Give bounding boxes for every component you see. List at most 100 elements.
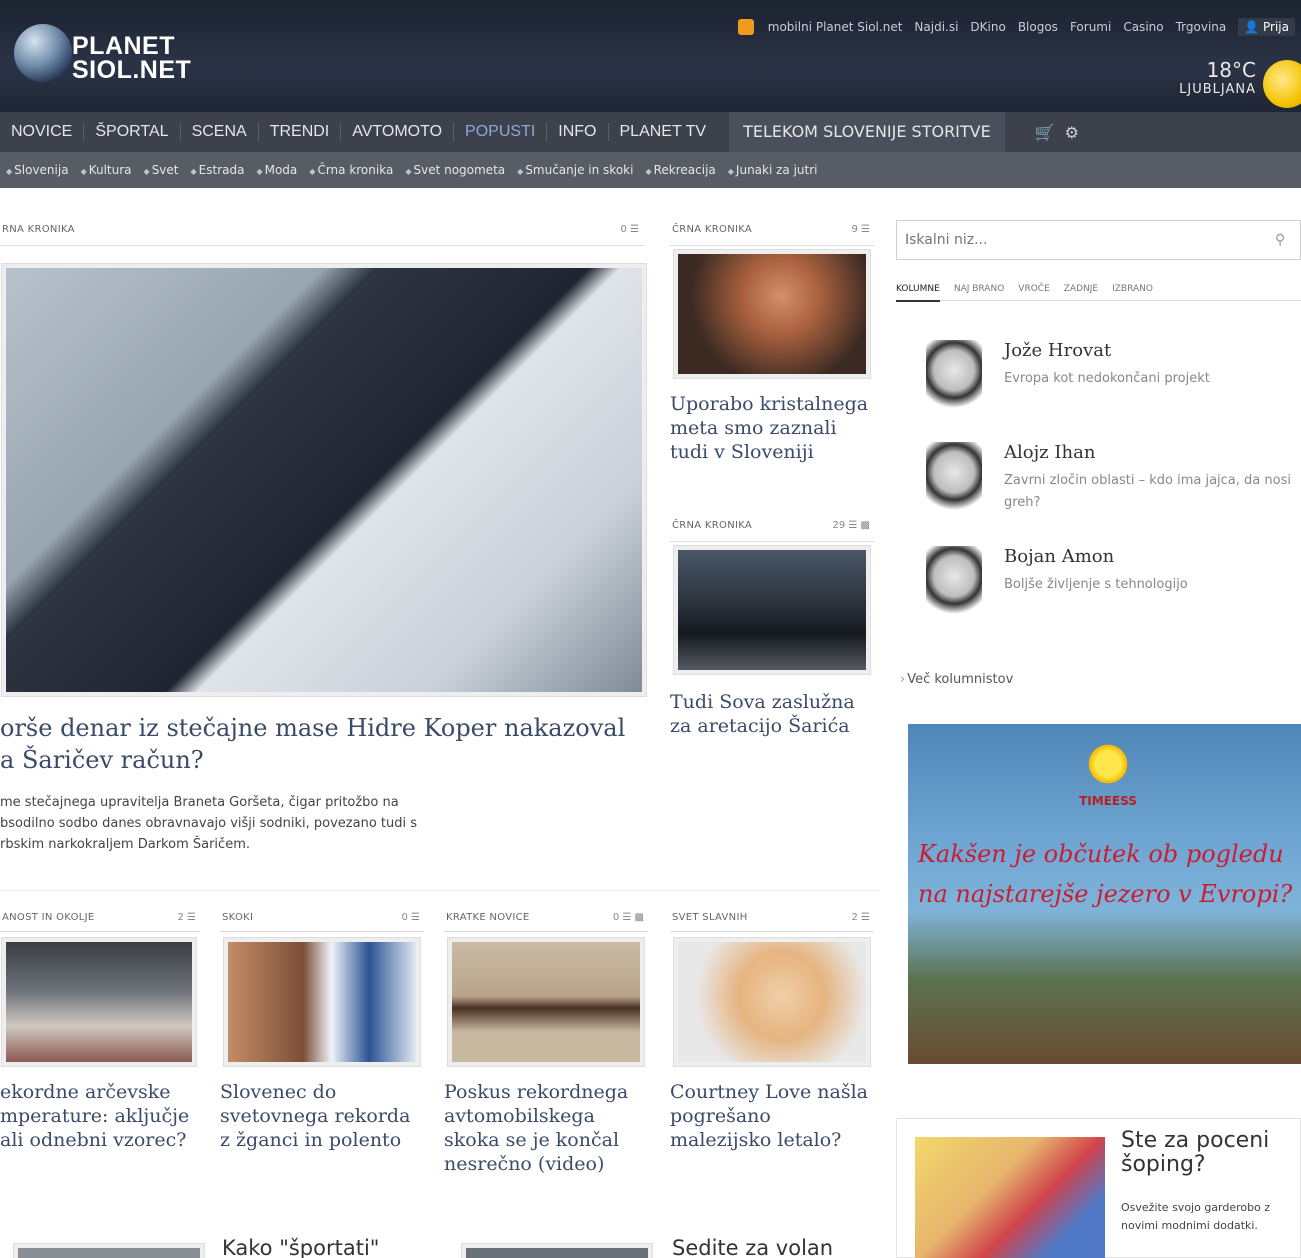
bottom-story-title[interactable]: Kako "športati" xyxy=(222,1236,379,1258)
toplink-forumi[interactable]: Forumi xyxy=(1070,20,1111,34)
lead-comment-count[interactable]: 0 ☰ xyxy=(620,224,639,235)
side-story-count: 9 xyxy=(851,224,858,235)
promo-shopping[interactable]: Ste za poceni šoping? Osvežite svojo gar… xyxy=(896,1118,1301,1258)
subnav-item[interactable]: Junaki za jutri xyxy=(728,163,818,177)
toplink-najdi[interactable]: Najdi.si xyxy=(914,20,958,34)
nav-icons: 🛒⚙ xyxy=(1035,123,1089,142)
toplink-trgovina[interactable]: Trgovina xyxy=(1176,20,1227,34)
nav-telekom[interactable]: TELEKOM SLOVENIJE STORITVE xyxy=(729,112,1005,152)
side-story-photo[interactable] xyxy=(674,546,870,674)
nav-scena[interactable]: SCENA xyxy=(181,123,259,141)
nav-info[interactable]: INFO xyxy=(547,123,609,141)
logo-line1: PLANET xyxy=(72,32,175,60)
grid-story-category[interactable]: SVET SLAVNIH xyxy=(672,912,748,923)
grid-story-photo[interactable] xyxy=(2,938,196,1066)
bottom-story-photo[interactable] xyxy=(14,1244,204,1258)
subnav-item[interactable]: Kultura xyxy=(81,163,132,177)
grid-story-comment-count[interactable]: 0 ☰ xyxy=(401,912,420,923)
grid-story-comment-count[interactable]: 0 ☰ ▩ xyxy=(613,912,644,923)
columnist-avatar[interactable] xyxy=(926,546,982,618)
nav-trendi[interactable]: TRENDI xyxy=(259,123,342,141)
columnist-item[interactable]: Bojan Amon Boljše življenje s tehnologij… xyxy=(926,546,1301,626)
tab-izbrano[interactable]: IZBRANO xyxy=(1112,284,1153,294)
grid-story-comment-count[interactable]: 2 ☰ xyxy=(177,912,196,923)
columnist-column-title[interactable]: Zavrni zločin oblasti – kdo ima jajca, d… xyxy=(1004,470,1301,514)
toplink-casino[interactable]: Casino xyxy=(1123,20,1163,34)
side-story-title[interactable]: Tudi Sova zaslužna za aretacijo Šarića xyxy=(670,690,870,738)
sun-icon xyxy=(1263,60,1301,108)
logo-globe-icon[interactable] xyxy=(14,24,72,82)
columnist-avatar[interactable] xyxy=(926,340,982,412)
lead-photo[interactable] xyxy=(2,264,646,696)
bottom-story-photo[interactable] xyxy=(462,1244,652,1258)
lead-summary: me stečajnega upravitelja Braneta Goršet… xyxy=(0,792,650,855)
grid-story-comment-count[interactable]: 2 ☰ xyxy=(851,912,870,923)
more-columnists-link[interactable]: Več kolumnistov xyxy=(900,672,1013,687)
columnist-name[interactable]: Alojz Ihan xyxy=(1004,442,1095,463)
side-story-photo[interactable] xyxy=(674,250,870,378)
subnav-item[interactable]: Rekreacija xyxy=(645,163,716,177)
site-logo[interactable]: PLANET SIOL.NET xyxy=(72,32,191,83)
nav-popusti[interactable]: POPUSTI xyxy=(454,123,548,141)
grid-story-title[interactable]: ekordne arčevske mperature: aključje ali… xyxy=(0,1080,200,1152)
nav-avtomoto[interactable]: AVTOMOTO xyxy=(341,123,455,141)
bottom-story-title[interactable]: Sedite za volan xyxy=(672,1236,833,1258)
columnist-item[interactable]: Jože Hrovat Evropa kot nedokončani proje… xyxy=(926,340,1301,420)
weather-widget[interactable]: 18°C LJUBLJANA xyxy=(1179,58,1256,97)
tab-kolumne[interactable]: KOLUMNE xyxy=(896,284,940,302)
login-button[interactable]: 👤 Prija xyxy=(1238,18,1295,36)
toplink-dkino[interactable]: DKino xyxy=(970,20,1005,34)
subnav-item[interactable]: Smučanje in skoki xyxy=(517,163,633,177)
nav-novice[interactable]: NOVICE xyxy=(0,123,85,141)
tab-zadnje[interactable]: ZADNJE xyxy=(1064,284,1098,294)
grid-story-title[interactable]: Courtney Love našla pogrešano malezijsko… xyxy=(670,1080,876,1152)
nav-sportal[interactable]: ŠPORTAL xyxy=(84,123,181,141)
subnav-item[interactable]: Estrada xyxy=(191,163,245,177)
toplink-blogos[interactable]: Blogos xyxy=(1018,20,1058,34)
ad-banner-lake[interactable]: TIMEESS Kakšen je občutek ob pogledu na … xyxy=(908,724,1301,1064)
gear-icon[interactable]: ⚙ xyxy=(1065,123,1089,142)
search-icon[interactable]: ⚲ xyxy=(1275,232,1285,248)
columnist-name[interactable]: Bojan Amon xyxy=(1004,546,1114,567)
tab-vroce[interactable]: VROČE xyxy=(1018,284,1049,294)
top-links: mobilni Planet Siol.net Najdi.si DKino B… xyxy=(737,18,1301,36)
grid-story-title[interactable]: Slovenec do svetovnega rekorda z žganci … xyxy=(220,1080,426,1152)
columnist-name[interactable]: Jože Hrovat xyxy=(1004,340,1111,361)
subnav-item[interactable]: Svet xyxy=(144,163,179,177)
grid-story-photo[interactable] xyxy=(674,938,870,1066)
sub-nav: Slovenija Kultura Svet Estrada Moda Črna… xyxy=(0,152,1301,188)
side-story-category[interactable]: ČRNA KRONIKA xyxy=(672,520,752,531)
weather-city: LJUBLJANA xyxy=(1179,82,1256,97)
lead-title[interactable]: orše denar iz stečajne mase Hidre Koper … xyxy=(0,712,650,776)
lead-category[interactable]: RNA KRONIKA xyxy=(2,224,75,235)
tab-naj-brano[interactable]: NAJ BRANO xyxy=(954,284,1004,294)
grid-story-category[interactable]: SKOKI xyxy=(222,912,253,923)
grid-story-category[interactable]: KRATKE NOVICE xyxy=(446,912,530,923)
promo-photo[interactable] xyxy=(915,1137,1105,1258)
grid-story-title[interactable]: Poskus rekordnega avtomobilskega skoka s… xyxy=(444,1080,650,1176)
promo-title[interactable]: Ste za poceni šoping? xyxy=(1121,1129,1300,1177)
nav-planet-tv[interactable]: PLANET TV xyxy=(609,123,718,141)
lead-summary-line1: me stečajnega upravitelja Braneta Goršet… xyxy=(0,795,399,810)
columnist-column-title[interactable]: Evropa kot nedokončani projekt xyxy=(1004,368,1301,390)
columnist-avatar[interactable] xyxy=(926,442,982,514)
grid-story-count: 2 xyxy=(851,912,858,923)
subnav-item[interactable]: Slovenija xyxy=(6,163,68,177)
subnav-item[interactable]: Črna kronika xyxy=(309,163,393,177)
side-story-title[interactable]: Uporabo kristalnega meta smo zaznali tud… xyxy=(670,392,870,464)
side-story-category[interactable]: ČRNA KRONIKA xyxy=(672,224,752,235)
subnav-item[interactable]: Svet nogometa xyxy=(405,163,505,177)
grid-story-category[interactable]: ANOST IN OKOLJE xyxy=(2,912,95,923)
side-story-comment-count[interactable]: 9 ☰ xyxy=(851,224,870,235)
subnav-item[interactable]: Moda xyxy=(256,163,298,177)
cart-icon[interactable]: 🛒 xyxy=(1035,123,1065,142)
columnist-item[interactable]: Alojz Ihan Zavrni zločin oblasti – kdo i… xyxy=(926,442,1301,522)
columnist-column-title[interactable]: Boljše življenje s tehnologijo xyxy=(1004,574,1301,596)
rss-icon[interactable] xyxy=(737,19,754,35)
grid-story-photo[interactable] xyxy=(224,938,420,1066)
login-label: Prija xyxy=(1263,20,1289,34)
search-input[interactable] xyxy=(905,232,1275,248)
grid-story-photo[interactable] xyxy=(448,938,644,1066)
toplink-mobile[interactable]: mobilni Planet Siol.net xyxy=(768,20,903,34)
side-story-comment-count[interactable]: 29 ☰ ▩ xyxy=(832,520,870,531)
